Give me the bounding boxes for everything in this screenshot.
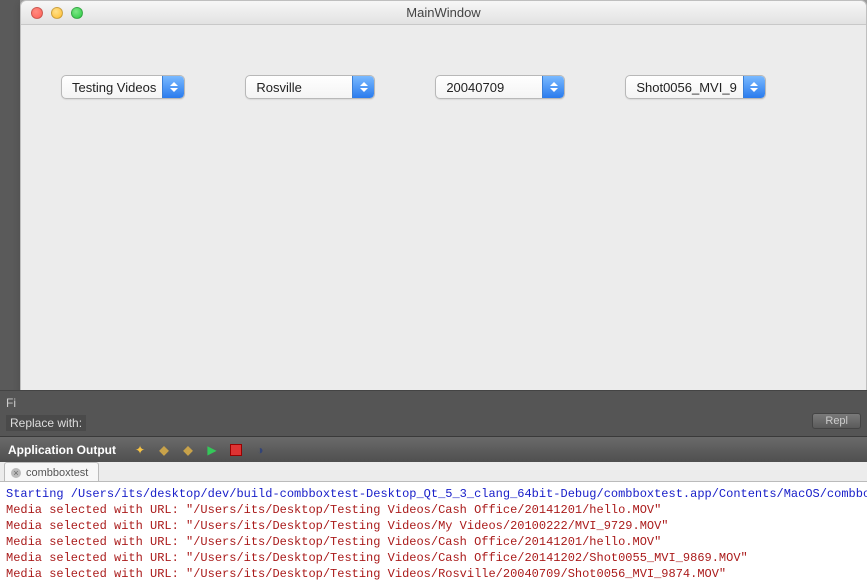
console-line: Media selected with URL: "/Users/its/Des… [6, 550, 861, 566]
close-icon[interactable] [31, 7, 43, 19]
find-label: Fi [6, 396, 16, 410]
combo-rosville[interactable]: Rosville [245, 75, 375, 99]
ide-left-strip [0, 0, 20, 390]
stop-icon[interactable] [228, 442, 244, 458]
run-icon[interactable]: ▶ [204, 442, 220, 458]
prev-icon[interactable]: ◆ [156, 442, 172, 458]
output-toolbar: ✦ ◆ ◆ ▶ ◑ [132, 442, 268, 458]
console-line: Media selected with URL: "/Users/its/Des… [6, 518, 861, 534]
console-output[interactable]: Starting /Users/its/desktop/dev/build-co… [0, 482, 867, 584]
combo-shot[interactable]: Shot0056_MVI_9 [625, 75, 765, 99]
titlebar[interactable]: MainWindow [21, 1, 866, 25]
find-replace-panel: Fi Replace with: Repl [0, 390, 867, 436]
combo-value: Shot0056_MVI_9 [636, 80, 736, 95]
window-body: Testing Videos Rosville 20040709 Shot005… [21, 25, 866, 149]
clear-icon[interactable]: ✦ [132, 442, 148, 458]
combo-value: Rosville [256, 80, 302, 95]
output-title: Application Output [8, 443, 116, 457]
main-window: MainWindow Testing Videos Rosville 20040… [20, 0, 867, 408]
chevron-updown-icon[interactable] [743, 76, 765, 98]
replace-label: Replace with: [6, 415, 86, 431]
chevron-updown-icon[interactable] [352, 76, 374, 98]
chevron-updown-icon[interactable] [162, 76, 184, 98]
output-header: Application Output ✦ ◆ ◆ ▶ ◑ [0, 436, 867, 462]
console-line: Media selected with URL: "/Users/its/Des… [6, 566, 861, 582]
replace-button[interactable]: Repl [812, 413, 861, 429]
traffic-lights [21, 7, 83, 19]
combo-value: 20040709 [446, 80, 504, 95]
tab-label: combboxtest [26, 467, 88, 479]
tab-combboxtest[interactable]: × combboxtest [4, 462, 99, 481]
console-line: Media selected with URL: "/Users/its/Des… [6, 502, 861, 518]
window-title: MainWindow [21, 5, 866, 20]
maximize-icon[interactable] [71, 7, 83, 19]
combo-date[interactable]: 20040709 [435, 75, 565, 99]
combo-testing-videos[interactable]: Testing Videos [61, 75, 185, 99]
chevron-updown-icon[interactable] [542, 76, 564, 98]
next-icon[interactable]: ◆ [180, 442, 196, 458]
combo-value: Testing Videos [72, 80, 156, 95]
console-line: Media selected with URL: "/Users/its/Des… [6, 534, 861, 550]
debug-icon[interactable]: ◑ [252, 442, 268, 458]
output-tabs: × combboxtest [0, 462, 867, 482]
console-line: Starting /Users/its/desktop/dev/build-co… [6, 486, 861, 502]
minimize-icon[interactable] [51, 7, 63, 19]
close-icon[interactable]: × [11, 468, 21, 478]
